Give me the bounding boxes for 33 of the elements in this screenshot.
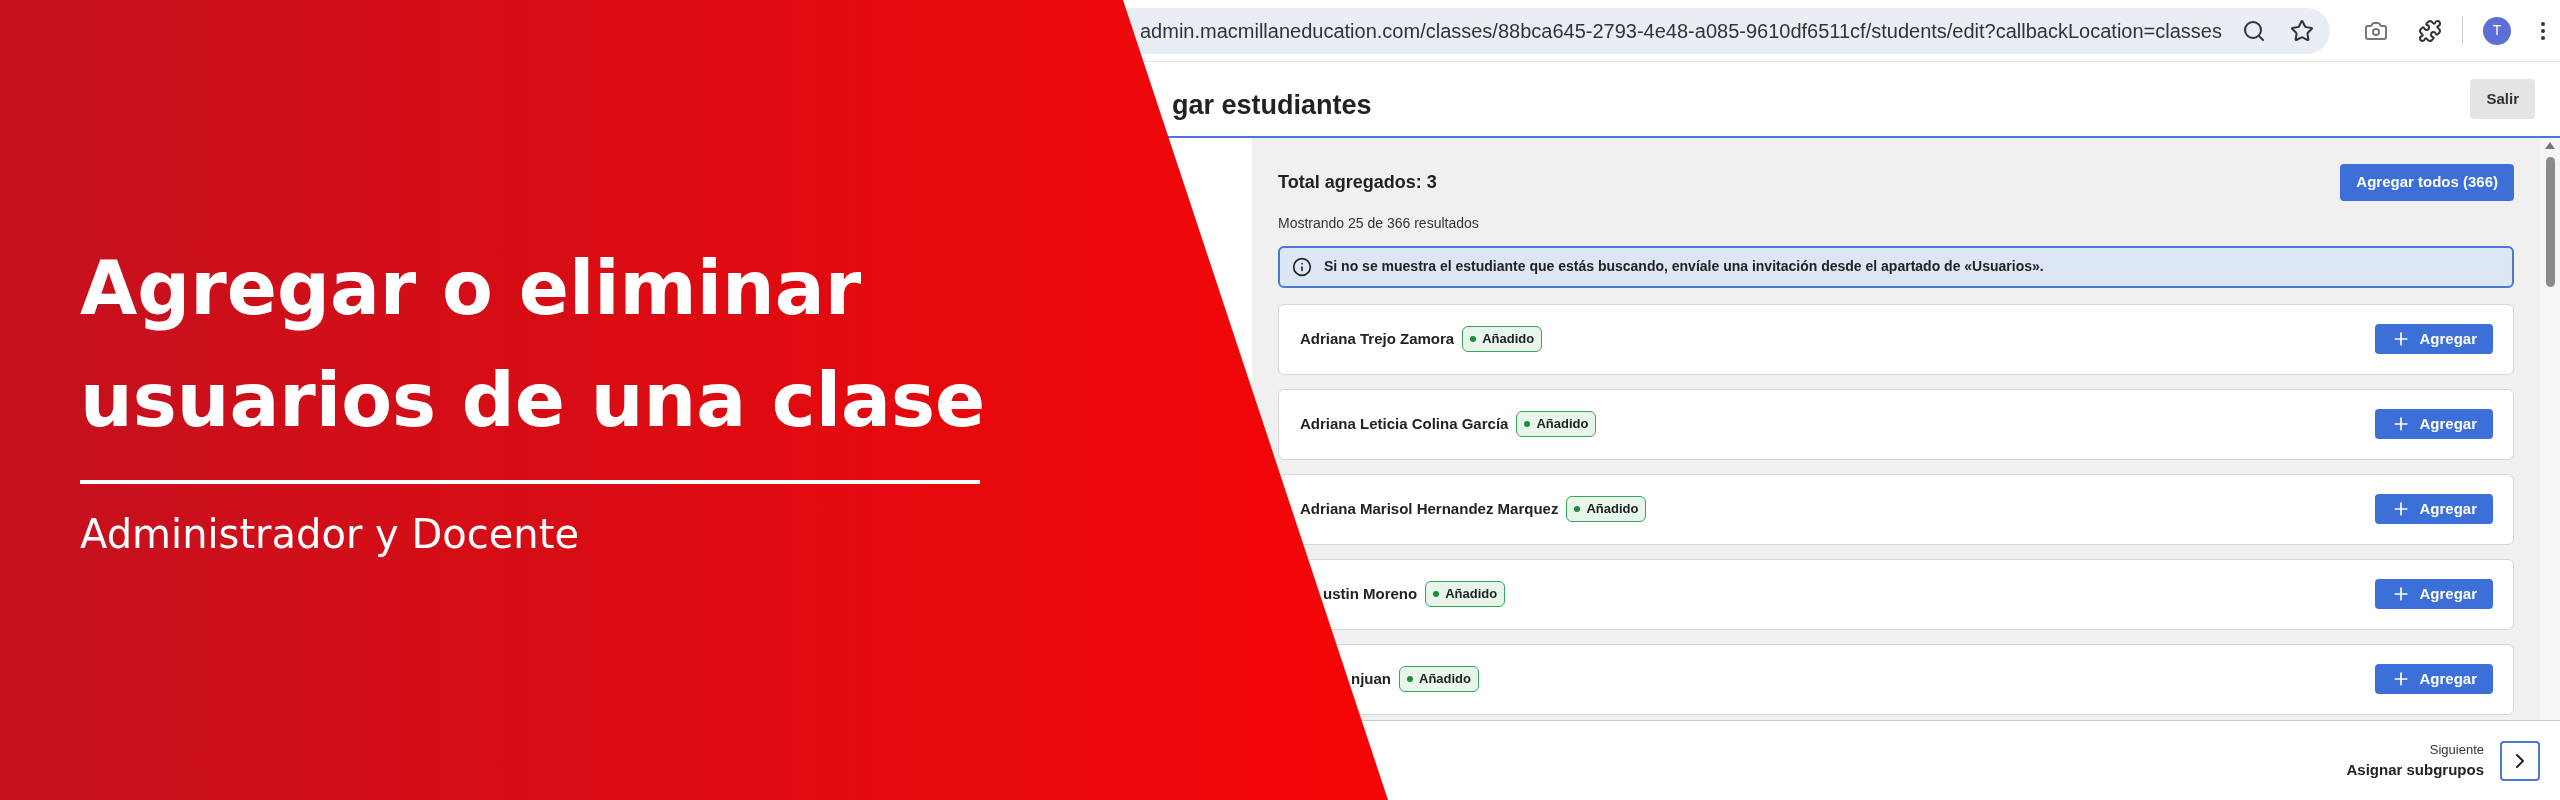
page-title: gar estudiantes <box>1172 88 1373 122</box>
added-badge: Añadido <box>1516 411 1597 437</box>
added-badge: Añadido <box>1425 581 1506 607</box>
star-icon[interactable] <box>2290 18 2314 43</box>
student-name: Adriana Trejo Zamora <box>1300 328 1455 349</box>
banner-title: Agregar o eliminar <box>80 244 863 333</box>
puzzle-icon[interactable] <box>2418 18 2442 43</box>
next-step-text: Asignar subgrupos <box>2346 760 2484 780</box>
next-button[interactable] <box>2500 740 2540 781</box>
profile-avatar[interactable]: T <box>2483 16 2511 45</box>
add-button[interactable]: Agregar <box>2375 494 2493 524</box>
student-name: ustin Moreno <box>1323 583 1418 604</box>
next-caption: Siguiente <box>2429 740 2484 759</box>
info-text: Si no se muestra el estudiante que estás buscando, envíale una invitación desde el apartado de «Usuarios». <box>1324 257 2044 276</box>
add-all-button[interactable]: Agregar todos (366) <box>2340 164 2514 201</box>
added-badge: Añadido <box>1399 666 1479 692</box>
banner-subtitle: Administrador y Docente <box>80 510 580 559</box>
add-button[interactable]: Agregar <box>2375 664 2493 694</box>
info-icon <box>1292 256 1312 277</box>
added-badge: Añadido <box>1566 496 1647 522</box>
add-button[interactable]: Agregar <box>2375 579 2493 609</box>
add-button[interactable]: Agregar <box>2375 409 2493 439</box>
exit-button[interactable]: Salir <box>2470 78 2535 120</box>
student-name: njuan <box>1351 668 1391 689</box>
banner-title: usuarios de una clase <box>80 356 986 445</box>
total-added-text: Total agregados: 3 <box>1278 170 1437 194</box>
student-name: Adriana Marisol Hernandez Marquez <box>1300 498 1559 519</box>
add-button[interactable]: Agregar <box>2375 324 2493 354</box>
scrollbar[interactable] <box>2540 138 2560 720</box>
results-count-text: Mostrando 25 de 366 resultados <box>1278 213 1480 233</box>
student-name: Adriana Leticia Colina García <box>1300 413 1509 434</box>
added-badge: Añadido <box>1462 326 1543 352</box>
search-icon[interactable] <box>2242 18 2266 43</box>
